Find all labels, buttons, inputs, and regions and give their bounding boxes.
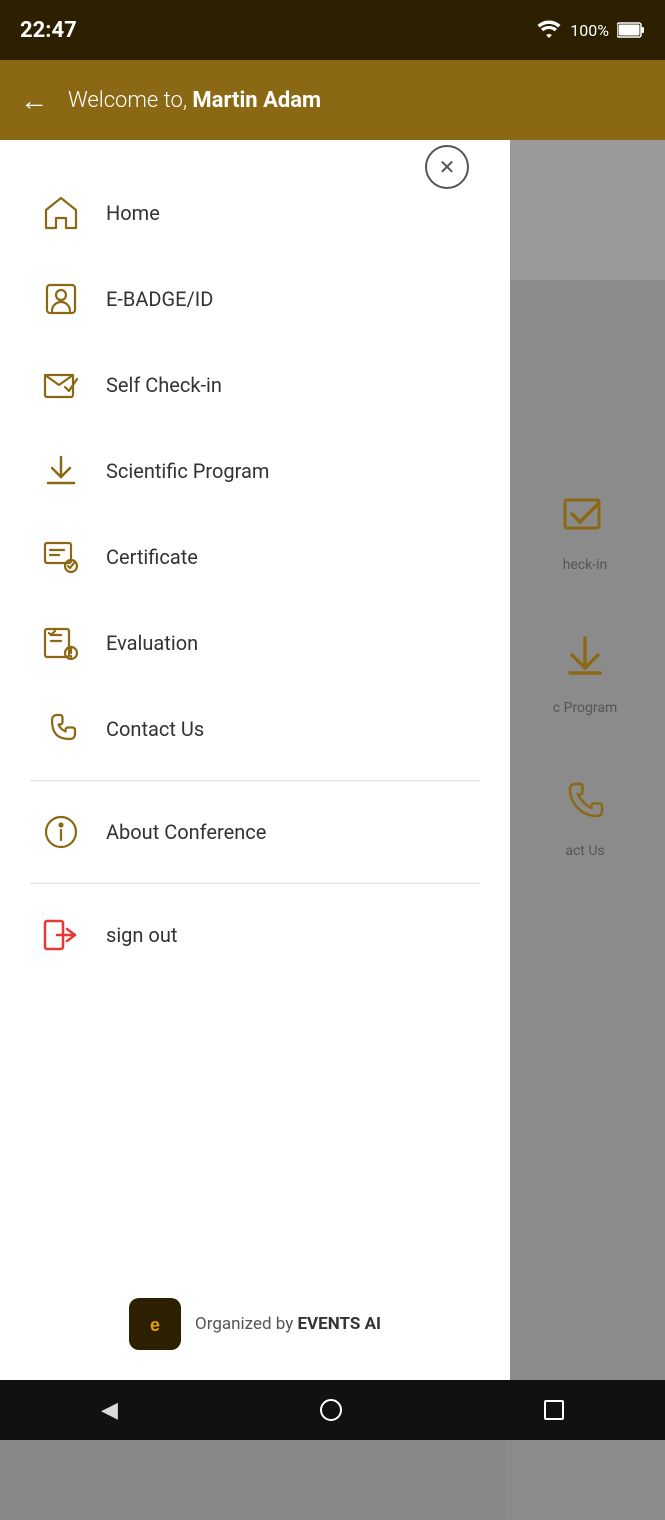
home-icon [40,192,82,234]
download-icon [40,450,82,492]
menu-item-certificate[interactable]: Certificate [0,514,510,600]
header-title: Welcome to, Martin Adam [68,88,321,113]
battery-icon [617,22,645,38]
menu-item-contact[interactable]: Contact Us [0,686,510,772]
bg-program-icon [560,633,610,692]
bg-program-label: c Program [553,700,617,716]
signout-icon [40,914,82,956]
badge-icon [40,278,82,320]
evaluation-icon [40,622,82,664]
divider-2 [30,883,480,884]
bg-contact-label: act Us [565,843,604,859]
bg-program-item: c Program [505,603,665,746]
menu-item-scientific[interactable]: Scientific Program [0,428,510,514]
scientific-label: Scientific Program [106,459,269,483]
menu-item-evaluation[interactable]: Evaluation [0,600,510,686]
background-menu-items: heck-in c Program act Us [505,280,665,1520]
back-nav-button[interactable]: ◀ [101,1398,118,1423]
bg-checkin-icon [560,490,610,549]
android-nav-bar: ◀ [0,1380,665,1440]
evaluation-label: Evaluation [106,631,198,655]
status-icons: 100% [536,20,645,40]
menu-item-signout[interactable]: sign out [0,892,510,978]
phone-icon [40,708,82,750]
close-button-container[interactable]: ✕ [425,145,469,189]
back-button[interactable]: ← [20,84,48,117]
contact-label: Contact Us [106,717,204,741]
info-icon [40,811,82,853]
home-nav-button[interactable] [320,1399,342,1421]
checkin-icon [40,364,82,406]
bg-checkin-item: heck-in [505,460,665,603]
menu-item-checkin[interactable]: Self Check-in [0,342,510,428]
status-bar: 22:47 100% [0,0,665,60]
menu-item-about[interactable]: About Conference [0,789,510,875]
recents-nav-button[interactable] [544,1400,564,1420]
menu-list: Home E-BADGE/ID Self Check [0,140,510,1268]
signout-label: sign out [106,923,177,947]
bg-contact-icon [560,776,610,835]
about-label: About Conference [106,820,266,844]
bg-checkin-label: heck-in [563,557,608,573]
certificate-label: Certificate [106,545,198,569]
wifi-icon [536,20,562,40]
status-time: 22:47 [20,18,77,43]
svg-text:e: e [150,1315,160,1335]
home-label: Home [106,201,160,225]
close-button[interactable]: ✕ [425,145,469,189]
header: ← Welcome to, Martin Adam [0,60,665,140]
events-ai-logo: e [129,1298,181,1350]
bg-contact-item: act Us [505,746,665,889]
menu-item-ebadge[interactable]: E-BADGE/ID [0,256,510,342]
checkin-label: Self Check-in [106,373,222,397]
navigation-drawer: Home E-BADGE/ID Self Check [0,140,510,1380]
drawer-footer: e Organized by EVENTS AI [0,1268,510,1380]
battery-percentage: 100% [570,21,609,40]
footer-text: Organized by EVENTS AI [195,1314,381,1334]
divider-1 [30,780,480,781]
certificate-icon [40,536,82,578]
ebadge-label: E-BADGE/ID [106,287,213,311]
